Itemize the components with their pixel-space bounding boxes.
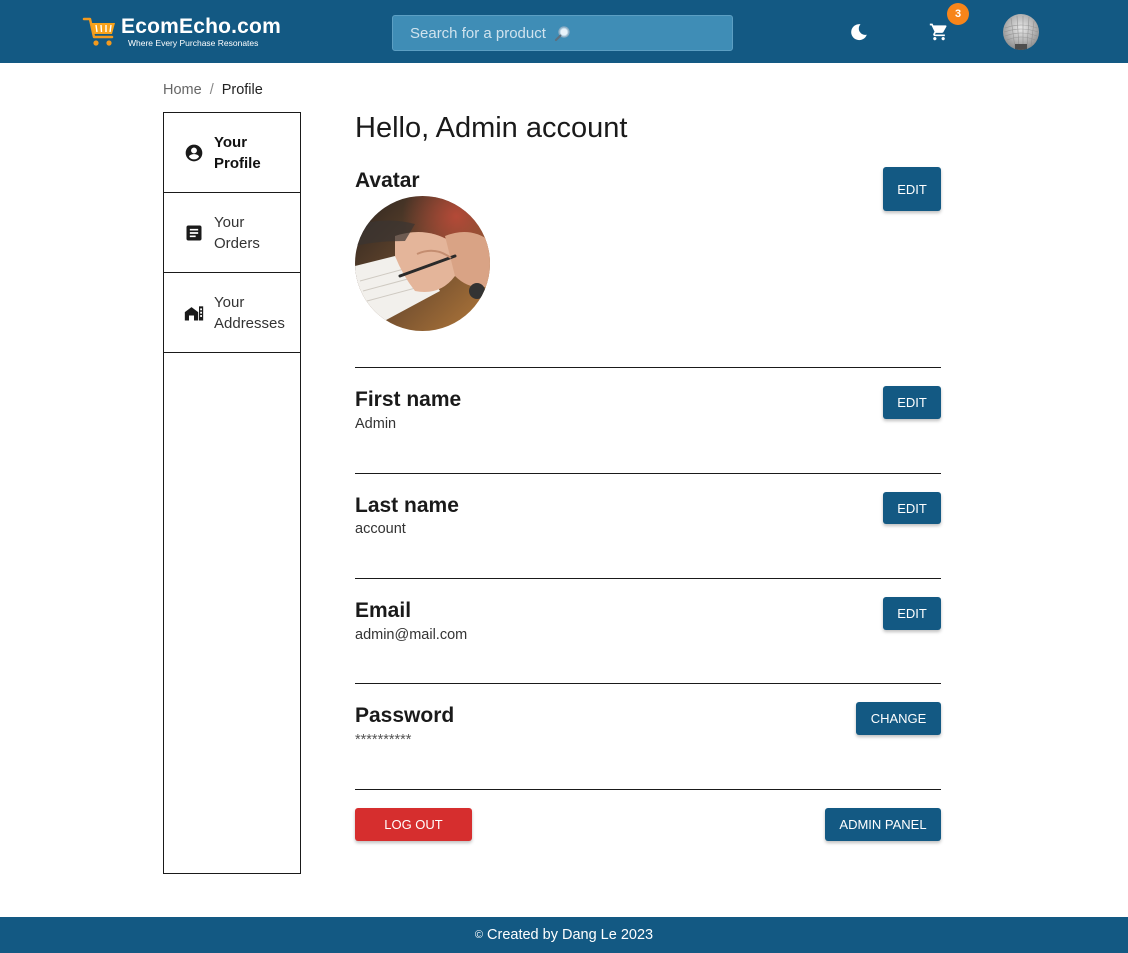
- edit-first-name-button[interactable]: EDIT: [883, 386, 941, 419]
- section-divider: [355, 473, 941, 474]
- sidebar-item-profile[interactable]: Your Profile: [164, 113, 300, 193]
- site-logo[interactable]: EcomEcho.com Where Every Purchase Resona…: [82, 13, 281, 49]
- sidebar-item-label: Your Addresses: [214, 293, 285, 332]
- logo-tagline: Where Every Purchase Resonates: [128, 38, 259, 48]
- section-divider: [355, 367, 941, 368]
- cart-logo-icon: [82, 17, 115, 46]
- copyright-symbol: ©: [474, 929, 484, 941]
- hand-writing-photo-icon: [355, 196, 490, 331]
- search-icon[interactable]: [554, 25, 571, 42]
- edit-last-name-button[interactable]: EDIT: [883, 492, 941, 524]
- edit-email-button[interactable]: EDIT: [883, 597, 941, 630]
- email-value: admin@mail.com: [355, 627, 468, 643]
- moon-icon[interactable]: [849, 22, 869, 42]
- top-navbar: EcomEcho.com Where Every Purchase Resona…: [0, 0, 1128, 63]
- account-circle-icon: [185, 144, 203, 161]
- receipt-icon: [186, 225, 202, 240]
- cart-count-badge: 3: [947, 3, 969, 25]
- search-bar[interactable]: [392, 15, 733, 51]
- edit-avatar-button[interactable]: EDIT: [883, 167, 941, 211]
- last-name-title: Last name: [355, 494, 459, 517]
- admin-panel-button[interactable]: ADMIN PANEL: [825, 808, 941, 841]
- profile-avatar-image: [355, 196, 490, 331]
- email-title: Email: [355, 599, 412, 622]
- section-divider: [355, 789, 941, 790]
- log-out-button[interactable]: LOG OUT: [355, 808, 472, 841]
- first-name-value: Admin: [355, 416, 397, 432]
- sidebar-item-label: Your Orders: [214, 213, 260, 252]
- page-footer: © Created by Dang Le 2023: [0, 917, 1128, 953]
- section-divider: [355, 578, 941, 579]
- breadcrumb-home-link[interactable]: Home: [163, 82, 202, 98]
- page-title: Hello, Admin account: [355, 112, 628, 144]
- password-title: Password: [355, 704, 455, 727]
- breadcrumb-current: Profile: [221, 82, 263, 98]
- logo-title: EcomEcho.com: [121, 15, 281, 38]
- section-divider: [355, 683, 941, 684]
- search-input[interactable]: [410, 24, 552, 42]
- footer-text: Created by Dang Le 2023: [487, 927, 654, 943]
- change-password-button[interactable]: CHANGE: [856, 702, 941, 735]
- sidebar-item-label: Your Profile: [214, 133, 261, 172]
- sidebar-item-addresses[interactable]: Your Addresses: [164, 273, 300, 353]
- sidebar-item-orders[interactable]: Your Orders: [164, 193, 300, 273]
- user-avatar[interactable]: [1003, 14, 1039, 50]
- avatar-section-title: Avatar: [355, 169, 420, 192]
- house-icon: [184, 305, 204, 320]
- profile-sidebar: Your Profile Your Orders Your Addresses: [163, 112, 301, 874]
- shopping-cart-icon[interactable]: [929, 22, 949, 42]
- breadcrumb-separator: /: [209, 82, 214, 98]
- password-value: **********: [355, 732, 412, 748]
- first-name-title: First name: [355, 388, 462, 411]
- avatar-pattern-icon: [1003, 15, 1039, 50]
- breadcrumb: Home / Profile: [163, 82, 263, 98]
- last-name-value: account: [355, 521, 406, 537]
